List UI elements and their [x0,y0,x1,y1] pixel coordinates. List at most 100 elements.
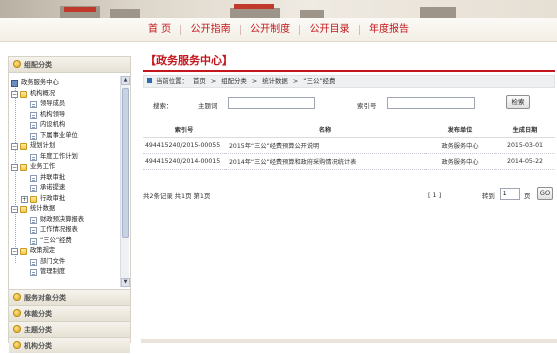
tree-item-label: “三公”经费 [40,236,72,244]
folder-icon [20,164,27,171]
tree-item[interactable]: − 机构概况 [9,89,119,100]
tree-item-label: 承诺提速 [40,184,66,191]
tree-item[interactable]: 领导成员 [9,99,119,110]
breadcrumb-home[interactable]: 首页 [193,77,206,85]
search-label: 搜索： [153,102,173,110]
tree-item[interactable]: − 规划计划 [9,141,119,152]
tree-item-label: 业务工作 [30,163,56,170]
scroll-down-icon[interactable]: ▼ [121,278,130,287]
breadcrumb-category[interactable]: 组配分类 [221,77,247,85]
sidebar: 组配分类 政务服务中心 − 机构概况领导成员机构领导 内设机构下属事业单位 − 规划计划… [8,56,131,353]
document-icon [30,174,37,182]
header-banner [0,0,557,18]
tree-item-label: 工作情况报表 [40,226,78,233]
document-icon [30,132,37,140]
cell-unit: 政务服务中心 [425,137,495,154]
go-button[interactable]: GO [537,187,553,200]
breadcrumb-current: “三公”经费 [303,77,336,85]
tree-item[interactable]: 下属事业单位 [9,131,119,142]
goto-label: 转到 [482,192,495,200]
document-icon [30,216,37,224]
keyword-input[interactable] [228,97,315,109]
keyword-label: 主题词 [198,102,218,110]
cell-date: 2015-03-01 [495,137,555,154]
search-bar: 搜索： 主题词 索引号 检索 [143,95,555,113]
tree-item-label: 下属事业单位 [40,131,78,139]
tree-item[interactable]: − 政策规定 [9,246,119,257]
document-link[interactable]: 2015年“三公”经费预算公开说明 [225,137,425,154]
tree-item[interactable]: 内设机构 [9,120,119,131]
page-input[interactable] [500,188,520,200]
collapse-icon[interactable]: − [11,90,18,98]
tree-item[interactable]: 部门文件 [9,257,119,268]
sidebar-header[interactable]: 组配分类 [9,57,130,73]
sidebar-category-service[interactable]: 服务对象分类 [9,289,130,305]
computer-icon [11,80,18,87]
document-icon [30,258,37,266]
tree-item-label: 机构概况 [30,89,56,97]
category-tree: 政务服务中心 − 机构概况领导成员机构领导 内设机构下属事业单位 − 规划计划年度工作计… [9,74,130,289]
tree-item-label: 内设机构 [40,121,66,128]
breadcrumb: 当前位置： 首页 > 组配分类 > 统计数据 > “三公”经费 [143,75,555,88]
folder-icon [20,143,27,150]
expand-icon[interactable]: + [21,195,28,203]
footer-edge [141,339,557,343]
nav-home[interactable]: 首 页 [141,24,178,36]
column-header: 生成日期 [495,123,555,138]
folder-icon [20,90,27,98]
cell-index: 494415240/2015-00055 [143,137,225,154]
tree-item[interactable]: 财政预决算报表 [9,215,119,226]
page-title: 【政务服务中心】 [143,52,555,72]
index-input[interactable] [387,97,475,109]
tree-item[interactable]: 年度工作计划 [9,152,119,163]
sidebar-category-genre[interactable]: 体裁分类 [9,305,130,321]
nav-guide[interactable]: 公开指南 [184,24,238,36]
bullet-icon [13,309,21,317]
scroll-up-icon[interactable]: ▲ [121,76,130,85]
sidebar-category-topic[interactable]: 主题分类 [9,321,130,337]
collapse-icon[interactable]: − [11,248,18,255]
tree-item[interactable]: 承诺提速 [9,183,119,194]
collapse-icon[interactable]: − [11,143,18,150]
square-icon [147,78,152,83]
folder-icon [30,195,37,203]
tree-root[interactable]: 政务服务中心 [9,78,119,89]
column-header: 发布单位 [425,123,495,138]
tree-item-label: 规划计划 [30,142,56,149]
breadcrumb-statistics[interactable]: 统计数据 [262,77,288,85]
bullet-icon [13,60,21,68]
pagination-info: 共2条记录 共1页 第1页 [143,192,211,200]
sidebar-category-agency[interactable]: 机构分类 [9,337,130,353]
tree-item[interactable]: − 统计数据 [9,204,119,215]
nav-system[interactable]: 公开制度 [243,24,297,36]
collapse-icon[interactable]: − [11,206,18,213]
nav-catalog[interactable]: 公开目录 [303,24,357,36]
collapse-icon[interactable]: − [11,164,18,171]
tree-item[interactable]: 管理制度 [9,267,119,278]
tree-item[interactable]: − 业务工作 [9,162,119,173]
folder-icon [20,206,27,213]
tree-item[interactable]: 机构领导 [9,110,119,121]
pagination: 共2条记录 共1页 第1页 [ 1 ] 转到 页 GO [143,187,555,203]
column-header: 索引号 [143,123,225,138]
folder-icon [20,248,27,255]
tree-item[interactable]: 并联审批 [9,173,119,184]
tree-item[interactable]: “三公”经费 [9,236,119,247]
tree-item-label: 统计数据 [30,205,56,212]
document-link[interactable]: 2014年“三公”经费预算和政府采购情况统计表 [225,153,425,170]
column-header: 名称 [225,123,425,138]
main-content: 【政务服务中心】 当前位置： 首页 > 组配分类 > 统计数据 > “三公”经费… [143,50,557,343]
tree-item[interactable]: 工作情况报表 [9,225,119,236]
tree-item[interactable]: + 行政审批 [9,194,119,205]
scroll-thumb[interactable] [122,88,129,238]
tree-item-label: 领导成员 [40,100,66,107]
page-number-link[interactable]: [ 1 ] [428,191,441,199]
page-unit-label: 页 [524,192,531,200]
tree-item-label: 年度工作计划 [40,152,78,160]
index-label: 索引号 [357,102,377,110]
document-icon [30,122,37,129]
table-row: 494415240/2015-00055 2015年“三公”经费预算公开说明 政… [143,137,555,154]
tree-scrollbar[interactable]: ▲ ▼ [120,76,130,287]
search-button[interactable]: 检索 [506,95,530,109]
nav-annual-report[interactable]: 年度报告 [362,24,416,36]
